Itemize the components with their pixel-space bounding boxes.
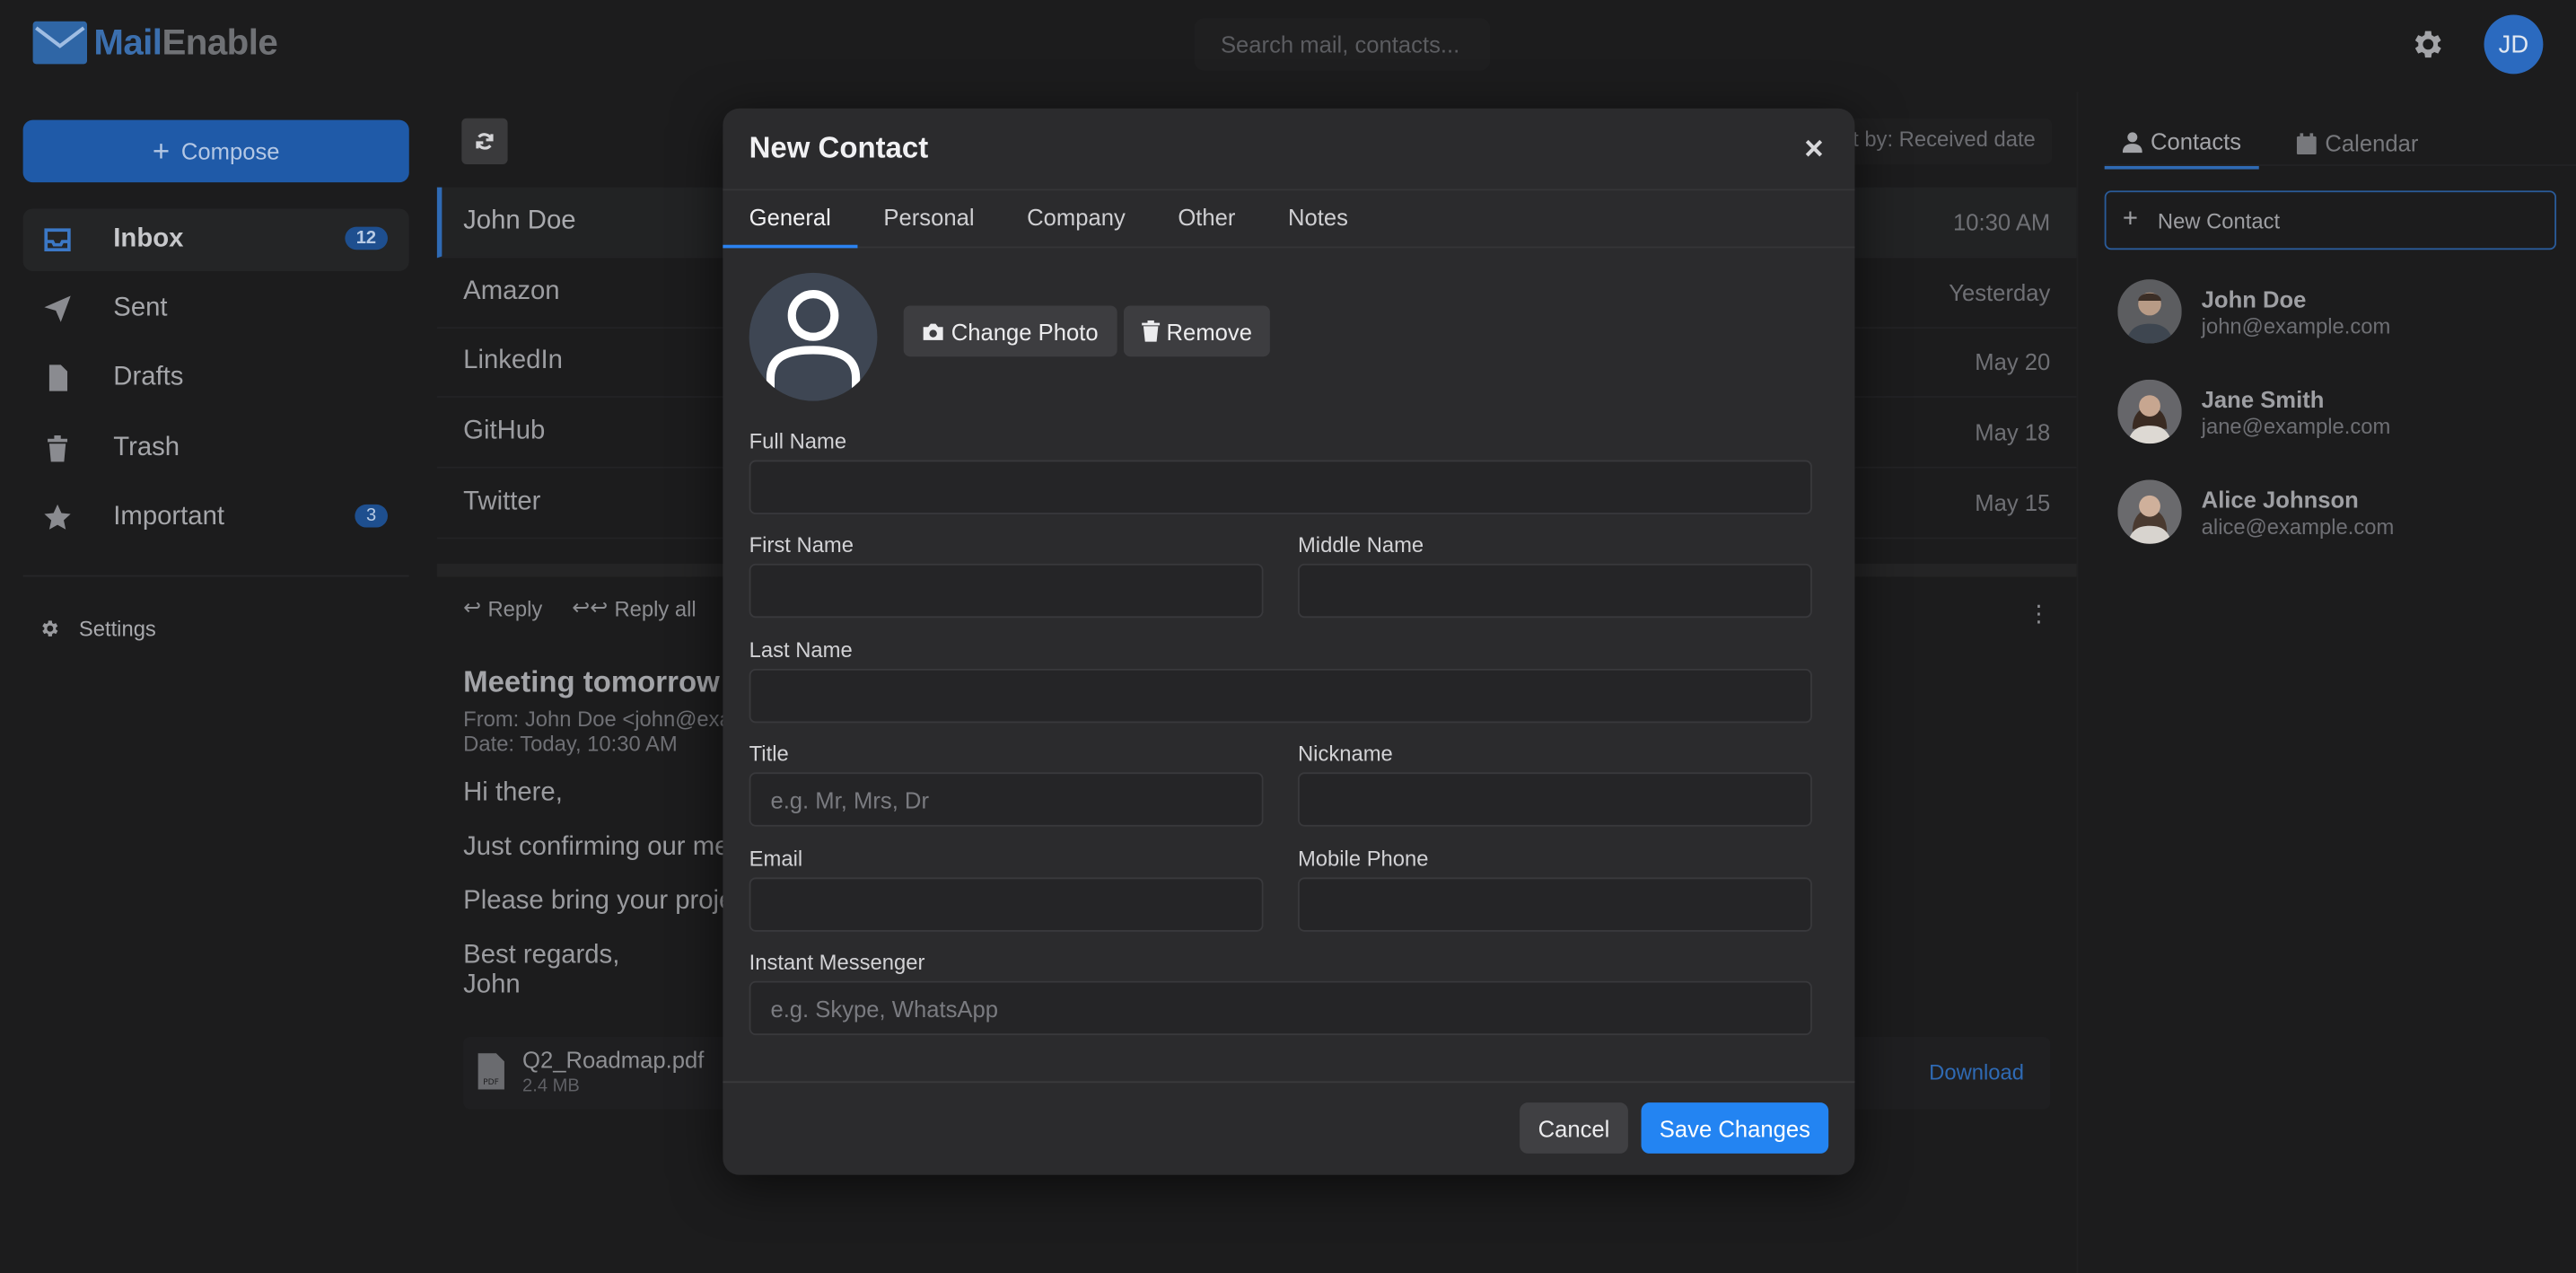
mobile-phone-label: Mobile Phone [1297,846,1429,872]
app-root: MailEnable Search mail, contacts... JD +… [0,0,2576,1273]
dialog-tabs: General Personal Company Other Notes [723,189,1855,249]
title-label: Title [749,741,789,766]
middle-name-label: Middle Name [1297,532,1424,557]
trash-icon [1142,320,1161,342]
instant-messenger-label: Instant Messenger [749,949,925,975]
tab-notes[interactable]: Notes [1262,190,1375,248]
tab-personal[interactable]: Personal [857,190,1001,248]
remove-photo-button[interactable]: Remove [1123,305,1271,357]
last-name-label: Last Name [749,637,853,663]
title-field[interactable]: e.g. Mr, Mrs, Dr [749,772,1264,827]
nickname-field[interactable] [1297,772,1812,827]
email-label: Email [749,846,803,872]
camera-icon [923,322,943,339]
instant-messenger-field[interactable]: e.g. Skype, WhatsApp [749,980,1812,1036]
first-name-field[interactable] [749,563,1264,619]
full-name-label: Full Name [749,428,847,454]
contact-photo-placeholder [749,272,878,401]
last-name-field[interactable] [749,668,1812,724]
save-changes-button[interactable]: Save Changes [1641,1102,1829,1154]
full-name-field[interactable] [749,460,1812,514]
remove-photo-label: Remove [1166,318,1252,345]
tab-general[interactable]: General [723,190,858,249]
tab-other[interactable]: Other [1152,190,1262,248]
tab-company[interactable]: Company [1001,190,1152,248]
mobile-phone-field[interactable] [1297,877,1812,932]
user-placeholder-icon [766,290,861,401]
cancel-button[interactable]: Cancel [1520,1102,1628,1154]
dialog-footer-divider [723,1081,1855,1084]
close-icon[interactable]: × [1804,131,1823,169]
new-contact-dialog: New Contact × General Personal Company O… [723,108,1855,1175]
change-photo-label: Change Photo [951,318,1099,345]
change-photo-button[interactable]: Change Photo [903,305,1117,357]
middle-name-field[interactable] [1297,563,1812,619]
first-name-label: First Name [749,532,854,557]
nickname-label: Nickname [1297,741,1393,766]
dialog-title: New Contact [749,131,929,165]
email-field[interactable] [749,877,1264,932]
